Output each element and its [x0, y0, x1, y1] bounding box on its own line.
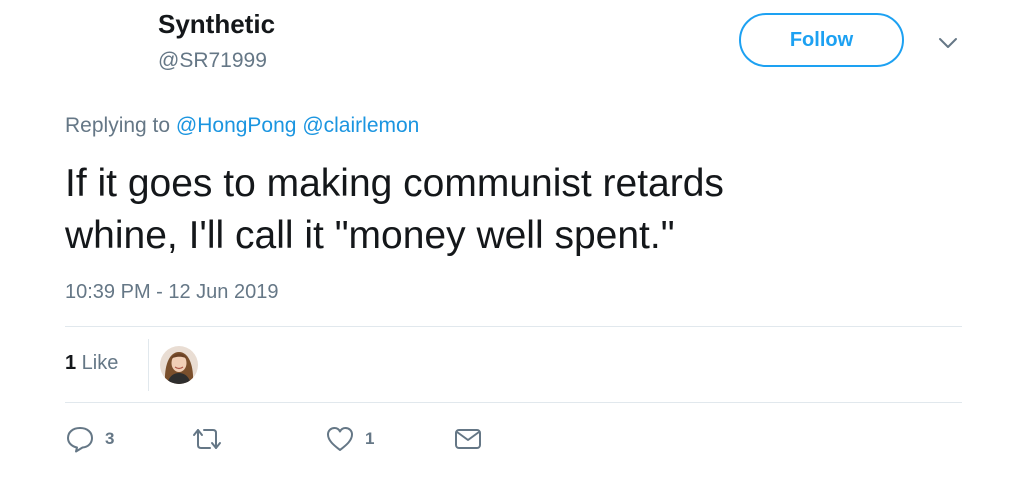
chevron-down-icon[interactable] [938, 36, 958, 50]
reply-button[interactable]: 3 [65, 424, 114, 454]
reply-context: Replying to @HongPong @clairlemon [65, 114, 419, 138]
reply-context-prefix: Replying to [65, 114, 176, 137]
reply-count: 3 [105, 429, 115, 448]
heart-icon [327, 427, 353, 451]
reply-icon [67, 427, 93, 453]
vertical-divider [148, 339, 149, 391]
divider [65, 326, 962, 327]
envelope-icon [455, 429, 481, 449]
tweet-timestamp[interactable]: 10:39 PM - 12 Jun 2019 [65, 281, 278, 304]
tweet-text-line: whine, I'll call it "money well spent." [65, 214, 675, 257]
retweet-button[interactable] [190, 424, 234, 454]
mention-link-clairlemon[interactable]: @clairlemon [302, 114, 419, 137]
user-handle[interactable]: @SR71999 [158, 49, 267, 73]
divider [65, 402, 962, 403]
avatar[interactable] [160, 346, 198, 384]
user-display-name[interactable]: Synthetic [158, 9, 275, 40]
retweet-icon [193, 429, 221, 449]
likes-label: Like [76, 352, 119, 374]
tweet-text: If it goes to making communist retards w… [65, 158, 945, 262]
follow-button[interactable]: Follow [739, 13, 904, 67]
direct-message-button[interactable] [453, 424, 483, 454]
likes-number: 1 [65, 352, 77, 374]
mention-link-hongpong[interactable]: @HongPong [176, 114, 297, 137]
like-button[interactable]: 1 [325, 424, 374, 454]
tweet-text-line: If it goes to making communist retards [65, 162, 724, 205]
likes-count[interactable]: 1 Like [65, 352, 118, 375]
tweet-header: Synthetic @SR71999 Follow [0, 0, 1024, 90]
like-count: 1 [365, 429, 375, 448]
